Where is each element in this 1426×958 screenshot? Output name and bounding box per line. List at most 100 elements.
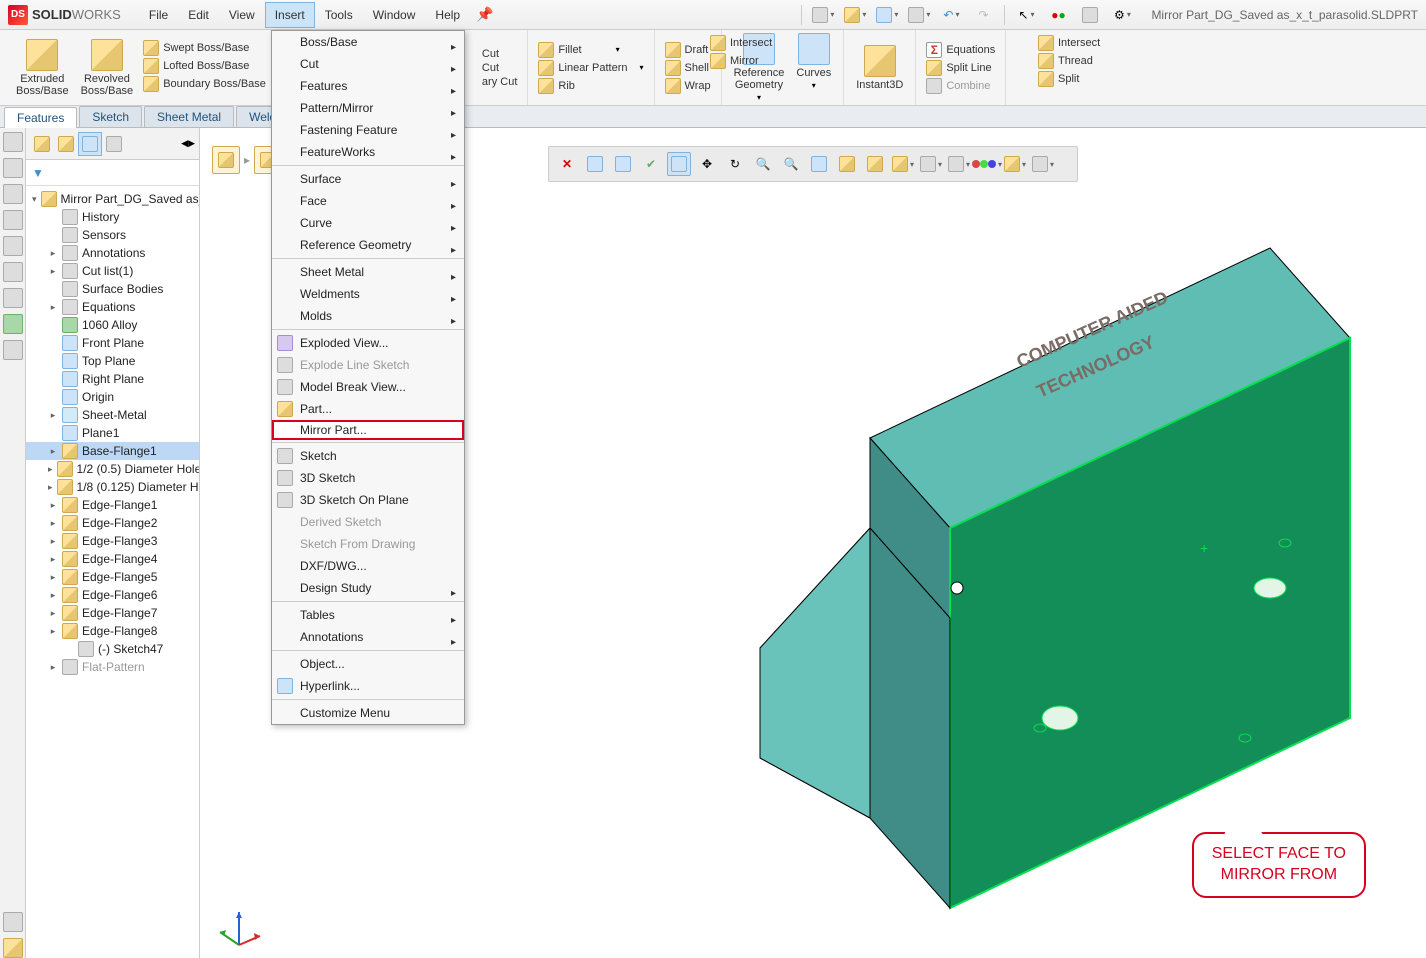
hud-rotate[interactable]: ↻ [723, 152, 747, 176]
task-btn-11[interactable] [3, 938, 23, 958]
split-button[interactable]: Split [1034, 70, 1083, 88]
hud-cancel[interactable]: ✕ [555, 152, 579, 176]
tree-node[interactable]: ▸Flat-Pattern [26, 658, 199, 676]
part-model[interactable]: COMPUTER AIDED TECHNOLOGY + [670, 188, 1370, 938]
menu-item-surface[interactable]: Surface [272, 168, 464, 190]
tree-node[interactable]: ▸Cut list(1) [26, 262, 199, 280]
tree-node[interactable]: Top Plane [26, 352, 199, 370]
task-btn-9[interactable] [3, 340, 23, 360]
hud-zoom[interactable]: 🔍 [751, 152, 775, 176]
tree-node[interactable]: ▸Edge-Flange4 [26, 550, 199, 568]
tab-features[interactable]: Features [4, 107, 77, 128]
tree-node[interactable]: ▸1/8 (0.125) Diameter Ho… [26, 478, 199, 496]
menu-item-part[interactable]: Part... [272, 398, 464, 420]
menu-item-customize-menu[interactable]: Customize Menu [272, 702, 464, 724]
tree-node[interactable]: ▸Edge-Flange6 [26, 586, 199, 604]
tree-node[interactable]: ▸Edge-Flange7 [26, 604, 199, 622]
thread-button[interactable]: Thread [1034, 52, 1097, 70]
rib-button[interactable]: Rib [534, 77, 579, 95]
menu-tools[interactable]: Tools [315, 2, 363, 28]
menu-item-weldments[interactable]: Weldments [272, 283, 464, 305]
menu-item-sketch[interactable]: Sketch [272, 445, 464, 467]
tree-node[interactable]: Front Plane [26, 334, 199, 352]
fm-tab-config[interactable] [54, 132, 78, 156]
bc-part[interactable] [212, 146, 240, 174]
tree-node[interactable]: ▸Edge-Flange1 [26, 496, 199, 514]
menu-item-model-break-view[interactable]: Model Break View... [272, 376, 464, 398]
menu-item-3d-sketch[interactable]: 3D Sketch [272, 467, 464, 489]
fm-tab-property[interactable] [102, 132, 126, 156]
hud-btn-4[interactable]: ✔ [639, 152, 663, 176]
save-button[interactable] [874, 4, 900, 26]
task-btn-8[interactable] [3, 314, 23, 334]
task-btn-6[interactable] [3, 262, 23, 282]
intersect-button[interactable]: Intersect [706, 34, 776, 52]
menu-item-features[interactable]: Features [272, 75, 464, 97]
menu-item-design-study[interactable]: Design Study [272, 577, 464, 599]
curves-button[interactable]: Curves▾ [790, 33, 837, 102]
hud-btn-2[interactable] [583, 152, 607, 176]
menu-item-annotations[interactable]: Annotations [272, 626, 464, 648]
task-btn-4[interactable] [3, 210, 23, 230]
menu-item-featureworks[interactable]: FeatureWorks [272, 141, 464, 163]
boundary-boss-button[interactable]: Boundary Boss/Base [139, 75, 270, 93]
instant3d-button[interactable]: Instant3D [850, 45, 909, 91]
file-props-button[interactable] [1077, 4, 1103, 26]
hud-view-orient[interactable] [947, 152, 971, 176]
tree-node[interactable]: ▸Edge-Flange2 [26, 514, 199, 532]
tree-node[interactable]: Surface Bodies [26, 280, 199, 298]
tree-node[interactable]: ▸Edge-Flange5 [26, 568, 199, 586]
split-line-button[interactable]: Split Line [922, 59, 995, 77]
equations-button[interactable]: ΣEquations [922, 41, 999, 59]
select-button[interactable]: ↖ [1013, 4, 1039, 26]
menu-item-molds[interactable]: Molds [272, 305, 464, 327]
mirror-button[interactable]: Mirror [706, 52, 763, 70]
menu-view[interactable]: View [219, 2, 265, 28]
menu-item-face[interactable]: Face [272, 190, 464, 212]
menu-item-fastening-feature[interactable]: Fastening Feature [272, 119, 464, 141]
menu-item-tables[interactable]: Tables [272, 604, 464, 626]
tree-root[interactable]: ▾ Mirror Part_DG_Saved as_x_t… [26, 190, 199, 208]
task-btn-2[interactable] [3, 158, 23, 178]
tree-node[interactable]: ▸Base-Flange1 [26, 442, 199, 460]
combine-button[interactable]: Combine [922, 77, 994, 95]
hud-section[interactable] [835, 152, 859, 176]
draft-button[interactable]: Draft [661, 41, 713, 59]
menu-help[interactable]: Help [425, 2, 470, 28]
tree-node[interactable]: (-) Sketch47 [26, 640, 199, 658]
tree-node[interactable]: ▸Equations [26, 298, 199, 316]
menu-item-3d-sketch-on-plane[interactable]: 3D Sketch On Plane [272, 489, 464, 511]
extruded-boss-button[interactable]: Extruded Boss/Base [10, 39, 75, 97]
fillet-button[interactable]: Fillet▾ [534, 41, 623, 59]
hud-view-cube[interactable] [667, 152, 691, 176]
rebuild-button[interactable]: ●● [1045, 4, 1071, 26]
tree-node[interactable]: History [26, 208, 199, 226]
task-btn-5[interactable] [3, 236, 23, 256]
task-btn-7[interactable] [3, 288, 23, 308]
tree-node[interactable]: ▸Edge-Flange8 [26, 622, 199, 640]
tab-sheet-metal[interactable]: Sheet Metal [144, 106, 234, 127]
lofted-cut-button[interactable]: Cut [478, 61, 503, 75]
redo-button[interactable]: ↷ [970, 4, 996, 26]
tree-node[interactable]: Right Plane [26, 370, 199, 388]
fm-nav-prev[interactable]: ◀ [181, 138, 188, 149]
menu-item-hyperlink[interactable]: Hyperlink... [272, 675, 464, 697]
fm-tab-assembly[interactable] [30, 132, 54, 156]
hud-btn-10[interactable] [807, 152, 831, 176]
hud-scene[interactable] [1003, 152, 1027, 176]
wrap-button[interactable]: Wrap [661, 77, 715, 95]
menu-item-object[interactable]: Object... [272, 653, 464, 675]
fm-nav-next[interactable]: ▶ [188, 138, 195, 149]
menu-file[interactable]: File [139, 2, 178, 28]
linear-pattern-button[interactable]: Linear Pattern▾ [534, 59, 647, 77]
pin-icon[interactable]: 📌 [476, 6, 493, 23]
menu-item-exploded-view[interactable]: Exploded View... [272, 332, 464, 354]
tree-node[interactable]: ▸Sheet-Metal [26, 406, 199, 424]
options-button[interactable]: ⚙ [1109, 4, 1135, 26]
undo-button[interactable]: ↶ [938, 4, 964, 26]
swept-cut-button[interactable]: Cut [478, 47, 503, 61]
hud-appearance[interactable] [975, 152, 999, 176]
tree-node[interactable]: 1060 Alloy [26, 316, 199, 334]
fm-tab-feature[interactable] [78, 132, 102, 156]
hud-render[interactable] [1031, 152, 1055, 176]
